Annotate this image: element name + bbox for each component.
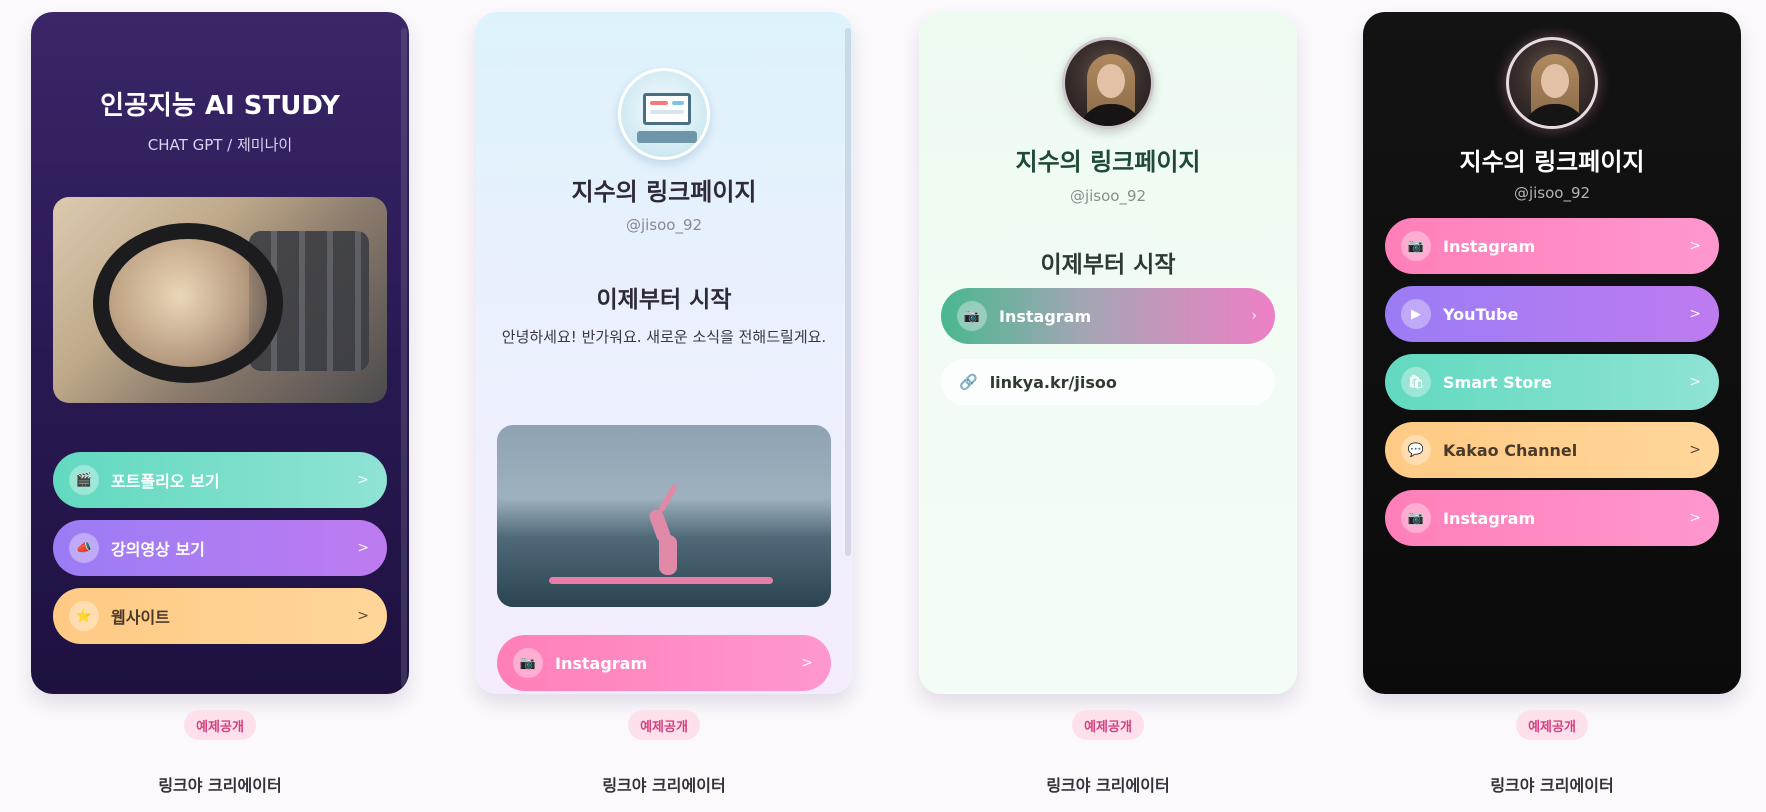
megaphone-icon: 📣	[69, 533, 99, 563]
link-button-smart-store[interactable]: 🛍 Smart Store >	[1385, 354, 1719, 410]
link-label: Instagram	[555, 653, 648, 673]
avatar	[618, 68, 710, 160]
link-label: 웹사이트	[111, 608, 170, 627]
link-button-youtube[interactable]: ▶ YouTube >	[1385, 286, 1719, 342]
avatar	[1506, 37, 1598, 129]
chevron-right-icon: ›	[1251, 308, 1257, 324]
link-label: Kakao Channel	[1443, 440, 1578, 460]
creator-label: 링크야 크리에이터	[158, 776, 282, 795]
link-label: Smart Store	[1443, 372, 1553, 392]
chevron-right-icon: >	[1689, 306, 1701, 322]
link-button-instagram[interactable]: 📷 Instagram >	[1385, 218, 1719, 274]
star-icon: ⭐	[69, 601, 99, 631]
link-label: Instagram	[1443, 508, 1536, 528]
link-button-portfolio[interactable]: 🎬 포트폴리오 보기 >	[53, 452, 387, 508]
link-button-instagram-2[interactable]: 📷 Instagram >	[1385, 490, 1719, 546]
template-card-jisoo-mint: 지수의 링크페이지 @jisoo_92 이제부터 시작 📷 Instagram …	[919, 12, 1297, 795]
link-label: Instagram	[999, 306, 1092, 326]
chevron-right-icon: >	[1689, 238, 1701, 254]
link-button-instagram[interactable]: 📷 Instagram >	[497, 635, 831, 691]
page-subtitle: CHAT GPT / 제미나이	[147, 136, 293, 154]
link-button-website[interactable]: ⭐ 웹사이트 >	[53, 588, 387, 644]
phone-preview[interactable]: 지수의 링크페이지 @jisoo_92 📷 Instagram > ▶ YouT…	[1363, 12, 1741, 694]
link-url-row[interactable]: 🔗 linkya.kr/jisoo	[941, 359, 1275, 405]
link-label: 포트폴리오 보기	[111, 472, 220, 491]
link-label: Instagram	[1443, 236, 1536, 256]
keyboard	[637, 131, 697, 143]
link-button-lecture[interactable]: 📣 강의영상 보기 >	[53, 520, 387, 576]
cover-image	[53, 197, 387, 403]
link-label: 강의영상 보기	[111, 540, 205, 559]
page-title: 지수의 링크페이지	[1459, 148, 1645, 176]
chevron-right-icon: >	[1689, 442, 1701, 458]
shopping-bag-icon: 🛍	[1401, 367, 1431, 397]
camera-icon: 📷	[1401, 503, 1431, 533]
camera-icon: 📷	[1401, 231, 1431, 261]
status-badge: 예제공개	[628, 710, 700, 740]
chevron-right-icon: >	[801, 655, 813, 671]
phone-preview[interactable]: 지수의 링크페이지 @jisoo_92 이제부터 시작 안녕하세요! 반가워요.…	[475, 12, 853, 694]
user-handle: @jisoo_92	[1513, 184, 1591, 202]
section-title: 이제부터 시작	[596, 287, 732, 313]
yoga-figure	[645, 479, 685, 579]
status-badge: 예제공개	[1072, 710, 1144, 740]
page-title: 지수의 링크페이지	[571, 178, 757, 206]
monitor-screen	[643, 93, 691, 125]
user-handle: @jisoo_92	[625, 216, 703, 234]
link-url: linkya.kr/jisoo	[989, 372, 1117, 392]
template-card-jisoo-light: 지수의 링크페이지 @jisoo_92 이제부터 시작 안녕하세요! 반가워요.…	[475, 12, 853, 795]
description: 안녕하세요! 반가워요. 새로운 소식을 전해드릴게요.	[501, 328, 827, 346]
status-badge: 예제공개	[184, 710, 256, 740]
template-card-jisoo-dark: 지수의 링크페이지 @jisoo_92 📷 Instagram > ▶ YouT…	[1363, 12, 1741, 795]
status-badge: 예제공개	[1516, 710, 1588, 740]
phone-preview[interactable]: 지수의 링크페이지 @jisoo_92 이제부터 시작 📷 Instagram …	[919, 12, 1297, 694]
chevron-right-icon: >	[1689, 510, 1701, 526]
link-icon: 🔗	[959, 373, 978, 391]
creator-label: 링크야 크리에이터	[1046, 776, 1170, 795]
template-card-ai-study: 인공지능 AI STUDY CHAT GPT / 제미나이 🎬 포트폴리오 보기…	[31, 12, 409, 795]
link-label: YouTube	[1443, 304, 1519, 324]
avatar	[1062, 37, 1154, 129]
play-icon: ▶	[1401, 299, 1431, 329]
chevron-right-icon: >	[1689, 374, 1701, 390]
speech-bubble-icon: 💬	[1401, 435, 1431, 465]
section-title: 이제부터 시작	[1040, 252, 1176, 278]
page-title: 지수의 링크페이지	[1015, 148, 1201, 176]
creator-label: 링크야 크리에이터	[602, 776, 726, 795]
camera-icon: 📷	[513, 648, 543, 678]
camera-icon: 📷	[957, 301, 987, 331]
creator-label: 링크야 크리에이터	[1490, 776, 1614, 795]
link-button-kakao-channel[interactable]: 💬 Kakao Channel >	[1385, 422, 1719, 478]
user-handle: @jisoo_92	[1069, 187, 1147, 205]
magnifier-lens	[93, 223, 283, 383]
chevron-right-icon: >	[357, 608, 369, 624]
phone-preview[interactable]: 인공지능 AI STUDY CHAT GPT / 제미나이 🎬 포트폴리오 보기…	[31, 12, 409, 694]
scrollbar[interactable]	[401, 28, 407, 688]
cover-image	[497, 425, 831, 607]
chevron-right-icon: >	[357, 472, 369, 488]
chevron-right-icon: >	[357, 540, 369, 556]
page-title: 인공지능 AI STUDY	[100, 91, 340, 121]
link-button-instagram[interactable]: 📷 Instagram ›	[941, 288, 1275, 344]
clapperboard-icon: 🎬	[69, 465, 99, 495]
